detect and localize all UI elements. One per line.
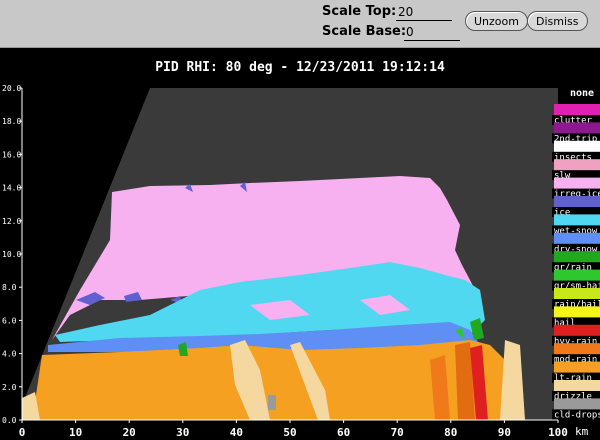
legend-swatch [554, 177, 600, 190]
legend-swatch [554, 214, 600, 227]
legend-swatch [554, 159, 600, 172]
legend-swatch [554, 361, 600, 374]
x-tick-label: 0 [19, 426, 26, 439]
legend-swatch [554, 398, 600, 411]
x-tick-label: 10 [69, 426, 82, 439]
y-tick-label: 18.0 [2, 117, 21, 126]
pid-rhi-plot[interactable]: 0.02.04.06.08.010.012.014.016.018.020.0 … [0, 0, 600, 440]
x-axis-ticks: 0 10 20 30 40 50 60 70 80 90 100 [19, 420, 568, 439]
y-tick-label: 16.0 [2, 150, 21, 159]
legend-swatch [554, 122, 600, 135]
x-tick-label: 20 [123, 426, 136, 439]
x-tick-label: 50 [283, 426, 296, 439]
x-tick-label: 60 [337, 426, 350, 439]
x-tick-label: 80 [444, 426, 457, 439]
y-tick-label: 12.0 [2, 217, 21, 226]
y-axis-ticks: 0.0 2.0 4.0 6.0 8.0 10.0 12.0 14.0 16.0 18.0 20.0 [2, 84, 22, 425]
x-tick-label: 70 [391, 426, 404, 439]
y-tick-label: 4.0 [2, 350, 17, 359]
legend-swatch [554, 288, 600, 300]
y-tick-label: 8.0 [2, 283, 17, 292]
x-axis-unit: km [575, 425, 589, 438]
legend-swatch [554, 104, 600, 116]
legend-swatch [554, 232, 600, 245]
y-tick-label: 20.0 [2, 84, 21, 93]
y-tick-label: 14.0 [2, 184, 21, 193]
legend-swatch [554, 324, 600, 337]
legend-swatch [554, 380, 600, 392]
legend-swatch [554, 140, 600, 153]
x-tick-label: 40 [230, 426, 243, 439]
legend-swatch [554, 251, 600, 264]
y-tick-label: 6.0 [2, 316, 17, 325]
y-tick-label: 0.0 [2, 416, 17, 425]
x-tick-label: 100 [548, 426, 568, 439]
legend-swatch [554, 306, 600, 319]
legend-swatch [554, 196, 600, 208]
legend-label: cld-drops [554, 410, 600, 420]
legend-swatch [554, 269, 600, 282]
legend: clutter2nd-tripinsectsslwirreg-iceicewet… [552, 104, 600, 420]
legend-swatch [554, 343, 600, 356]
y-tick-label: 2.0 [2, 383, 17, 392]
x-tick-label: 30 [176, 426, 189, 439]
y-tick-label: 10.0 [2, 250, 21, 259]
x-tick-label: 90 [498, 426, 511, 439]
legend-header: none [570, 88, 594, 99]
